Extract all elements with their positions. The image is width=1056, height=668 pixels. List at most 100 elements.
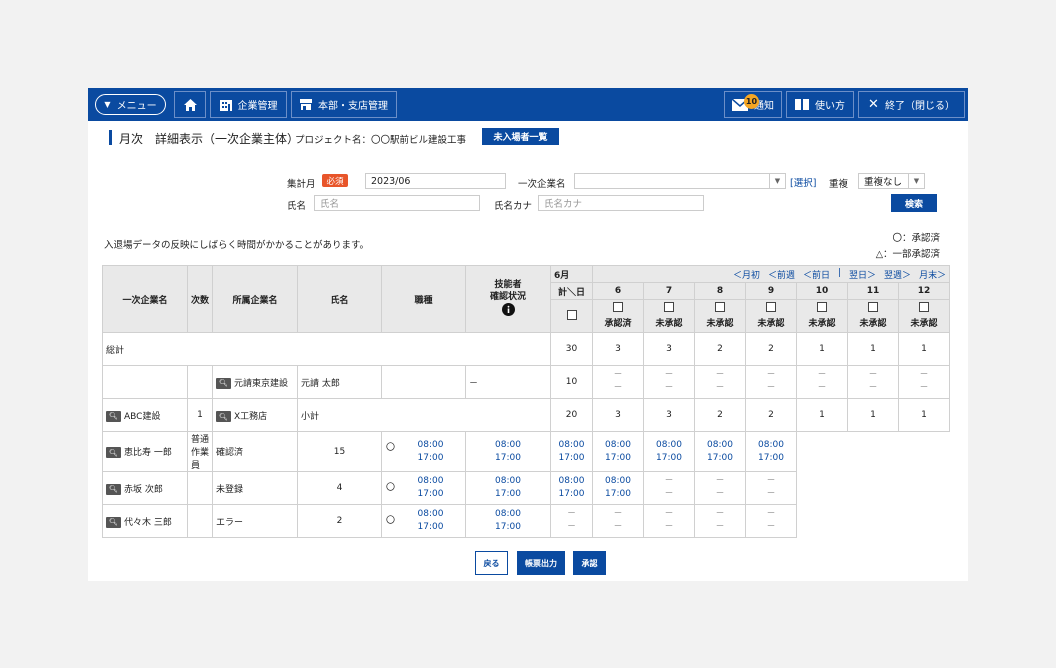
time-in: －	[613, 509, 623, 519]
time-out: 17:00	[605, 489, 631, 499]
month-input[interactable]: 2023/06	[365, 173, 506, 189]
time-out: 17:00	[707, 452, 733, 463]
subtotal-day-value: 1	[847, 398, 899, 432]
home-button[interactable]	[174, 91, 206, 118]
day-status: 未承認	[859, 318, 887, 329]
time-out: －	[766, 522, 776, 532]
overall-day-value: 3	[643, 332, 695, 366]
day-status: 未承認	[757, 318, 785, 329]
time-in: －	[715, 476, 725, 486]
day-checkbox[interactable]	[715, 301, 725, 312]
worker-name: 🔍︎ 恵比寿 一郎	[102, 431, 188, 472]
project-name: プロジェクト名：〇〇駅前ビル建設工事	[295, 135, 467, 146]
search-icon[interactable]: 🔍︎	[106, 410, 121, 422]
attendance-table: 一次企業名 次数 所属企業名 氏名 職種 技能者 確認状況 6月 ＜月初 ＜前週＜…	[102, 265, 951, 538]
back-button[interactable]: 戻る	[475, 551, 508, 575]
worker-job: 普通作業員	[187, 431, 213, 472]
day-header: 9	[745, 282, 797, 300]
search-icon[interactable]: 🔍︎	[106, 447, 121, 458]
time-out: －	[613, 522, 623, 532]
table-row: 🔍︎ 元請東京建設 元請 太郎 － 10 －－－－－－－－－－－－－－	[102, 365, 951, 399]
date-nav-link[interactable]: 翌日＞	[849, 268, 876, 281]
table-row: 🔍︎ 恵比寿 一郎 普通作業員 確認済 15 〇 08:00 17:00 08:00 17:00 0…	[102, 431, 950, 472]
time-in: 08:00	[417, 439, 444, 450]
name-input[interactable]: 氏名	[314, 195, 480, 211]
company-select[interactable]: ▼	[574, 173, 786, 189]
select-all-checkbox[interactable]	[566, 309, 577, 320]
search-icon[interactable]: 🔍︎	[106, 483, 121, 495]
time-out: －	[766, 489, 776, 499]
time-cell: 08:00 17:00	[592, 471, 644, 505]
time-pair: －－	[698, 475, 742, 501]
time-in: 08:00	[758, 439, 784, 450]
day-checkbox[interactable]	[817, 301, 827, 312]
time-cell: 〇 08:00 17:00	[381, 471, 466, 505]
company-mgmt-button[interactable]: 企業管理	[210, 91, 287, 118]
time-in: 08:00	[495, 476, 521, 486]
close-icon: ✕	[868, 97, 879, 112]
day-header: 10	[796, 282, 848, 300]
date-nav-link[interactable]: 月末＞	[919, 268, 946, 281]
time-pair: 08:00 17:00	[469, 475, 547, 501]
search-icon[interactable]: 🔍︎	[216, 411, 231, 422]
select-all-cell	[550, 299, 593, 333]
time-cell: －－	[643, 365, 695, 399]
time-cell: 08:00 17:00	[465, 431, 551, 472]
time-cell: 08:00 17:00	[694, 431, 746, 472]
report-button[interactable]: 帳票出力	[517, 551, 565, 575]
time-pair: 08:00 17:00	[385, 508, 462, 534]
time-out: 17:00	[417, 452, 444, 463]
time-in: 08:00	[495, 509, 521, 519]
unentered-list-button[interactable]: 未入場者一覧	[482, 128, 559, 145]
day-checkbox[interactable]	[868, 301, 878, 312]
branch-mgmt-button[interactable]: 本部・支店管理	[291, 91, 397, 118]
worker-total: 15	[297, 431, 382, 472]
approve-button[interactable]: 承認	[573, 551, 606, 575]
date-nav-link[interactable]: 翌週＞	[884, 268, 911, 281]
time-cell: 08:00 17:00	[465, 504, 551, 538]
day-checkbox[interactable]	[664, 301, 674, 312]
select-link[interactable]: [選択]	[790, 175, 816, 189]
delay-note: 入退場データの反映にしばらく時間がかかることがあります。	[104, 240, 370, 251]
time-out: 17:00	[495, 489, 521, 499]
col-name: 氏名	[297, 265, 382, 333]
worker-total: 2	[297, 504, 382, 538]
date-nav-link[interactable]: ＜月初	[733, 268, 760, 281]
day-status-cell: 未承認	[745, 299, 797, 333]
subtotal-day-value: 3	[592, 398, 644, 432]
worker-name: 🔍︎ 赤坂 次郎	[102, 471, 188, 505]
notice-button[interactable]: 10 通知	[724, 91, 782, 118]
time-cell: －－	[550, 504, 593, 538]
time-in: 08:00	[605, 439, 631, 450]
time-pair: 08:00 17:00	[469, 439, 547, 465]
time-in: －	[664, 476, 674, 486]
time-in: 08:00	[417, 476, 444, 486]
help-button[interactable]: 使い方	[786, 91, 854, 118]
kana-input[interactable]: 氏名カナ	[538, 195, 704, 211]
dup-select[interactable]: 重複なし ▼	[858, 173, 925, 189]
search-button[interactable]: 検索	[891, 194, 937, 212]
date-nav-links: ＜月初 ＜前週 ＜前日 | 翌日＞ 翌週＞ 月末＞	[596, 268, 946, 281]
overall-day-value: 1	[847, 332, 899, 366]
time-in: 08:00	[417, 509, 444, 519]
time-in: 08:00	[605, 476, 631, 486]
col-tier: 次数	[187, 265, 213, 333]
worker-job	[187, 504, 213, 538]
time-in: －	[766, 476, 776, 486]
day-checkbox[interactable]	[919, 301, 930, 312]
book-icon	[795, 99, 809, 110]
day-checkbox[interactable]	[766, 301, 776, 312]
search-icon[interactable]: 🔍︎	[106, 516, 121, 528]
time-out: 17:00	[558, 489, 585, 499]
day-checkbox[interactable]	[613, 301, 623, 312]
date-nav-link[interactable]: ＜前日	[803, 268, 830, 281]
exit-button[interactable]: ✕ 終了（閉じる）	[858, 91, 965, 118]
overall-day-value: 1	[796, 332, 848, 366]
time-cell: －－	[694, 504, 746, 538]
home-icon	[183, 98, 197, 111]
menu-button[interactable]: ▼ メニュー	[95, 94, 166, 115]
required-badge: 必須	[322, 174, 348, 187]
search-icon[interactable]: 🔍︎	[216, 377, 231, 389]
date-nav-link[interactable]: ＜前週	[768, 268, 795, 281]
building-icon	[219, 99, 232, 111]
